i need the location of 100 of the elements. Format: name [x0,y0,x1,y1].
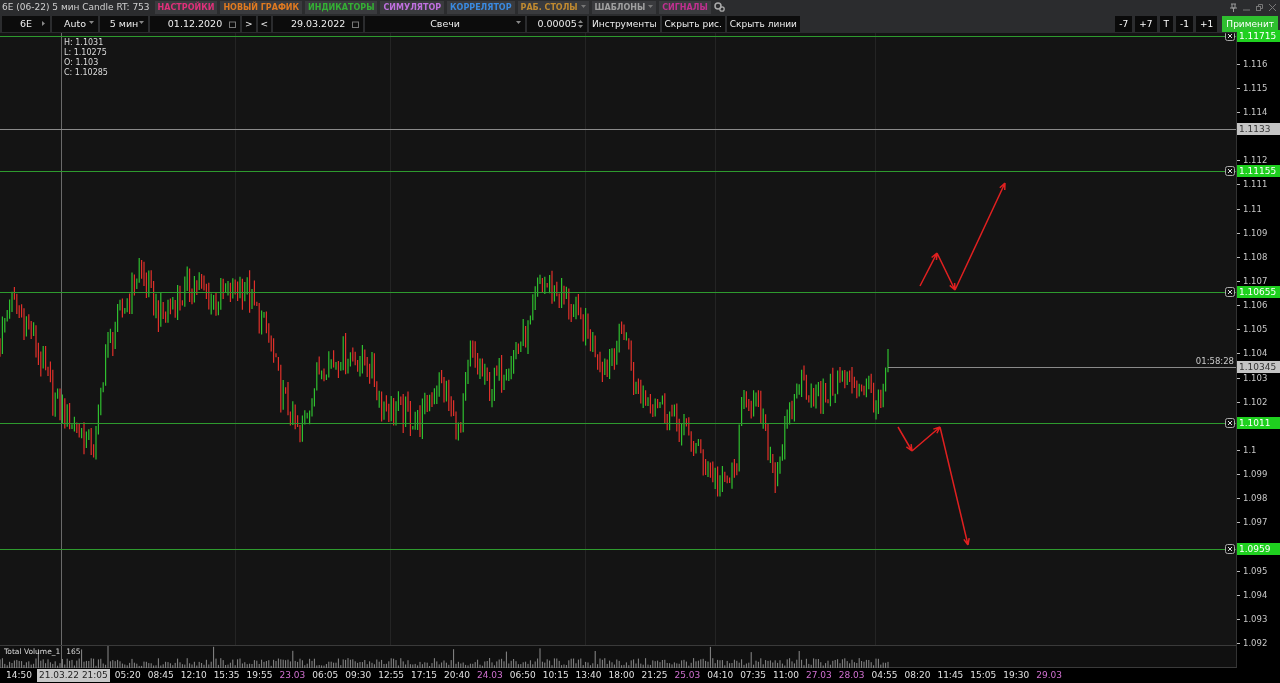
time-label: 11:45 [936,669,965,682]
price-tick: 1.093 [1243,614,1268,624]
time-label: 15:05 [969,669,998,682]
price-tick: 1.098 [1243,493,1268,503]
dropdown-field[interactable]: Auto [52,15,98,32]
time-label: 09:30 [344,669,373,682]
price-tag: 1.11715 [1237,30,1280,42]
time-label: 04:10 [706,669,735,682]
dropdown-field[interactable]: 6E [2,15,50,32]
close-icon[interactable] [1225,166,1235,176]
time-label: 13:40 [574,669,603,682]
toolbar-button[interactable]: Скрыть рис. [661,15,725,32]
crosshair-time-label: 21.03.22 21:05 [36,669,110,682]
time-label: 06:50 [508,669,537,682]
time-label: 08:20 [903,669,932,682]
price-tag: 1.1011 [1237,417,1280,429]
window-title: 6E (06-22) 5 мин Candle RT: 753 [2,2,150,12]
step-button[interactable]: +7 [1135,15,1157,32]
ohlc-value: H: 1.1031 [64,38,105,48]
menu-button[interactable]: РАБ. СТОЛЫ [517,0,589,14]
close-icon[interactable] [1225,544,1235,554]
bar-timer: 01:58:28 [1195,356,1234,366]
time-label: 27.03 [805,669,833,682]
spinner-field[interactable]: 0.00005 [527,15,588,32]
time-label: 21:25 [640,669,669,682]
restore-icon[interactable] [1256,3,1263,11]
menu-button[interactable]: ИНДИКАТОРЫ [305,0,378,14]
price-tick: 1.111 [1243,179,1268,189]
time-label: 06:05 [311,669,340,682]
price-tick: 1.116 [1243,59,1268,69]
caret-icon [648,5,654,9]
price-tick: 1.097 [1243,517,1268,527]
menu-button[interactable]: СИМУЛЯТОР [380,0,445,14]
price-tick: 1.1 [1243,445,1257,455]
ohlc-value: O: 1.103 [64,58,100,68]
step-button[interactable]: T [1159,15,1174,32]
calendar-icon [229,20,236,28]
price-tick: 1.104 [1243,348,1268,358]
time-label: 18:00 [607,669,636,682]
toolbar-button[interactable]: > [242,15,256,32]
price-tick: 1.108 [1243,252,1268,262]
time-label: 05:20 [113,669,142,682]
price-tick: 1.102 [1243,397,1268,407]
step-button[interactable]: -1 [1176,15,1194,32]
time-label: 20:40 [443,669,471,682]
price-tick: 1.092 [1243,638,1268,648]
time-label: 25.03 [673,669,702,682]
time-label: 04:55 [870,669,899,682]
calendar-icon [352,20,360,28]
price-tick: 1.112 [1243,155,1268,165]
time-label: 10:15 [541,669,570,682]
ohlc-value: L: 1.10275 [64,48,108,58]
caret-icon [580,5,586,9]
dropdown-field[interactable]: Свечи [365,15,526,32]
toolbar-button[interactable]: < [257,15,272,32]
pin-icon[interactable] [1230,2,1237,12]
price-tick: 1.109 [1243,228,1268,238]
price-tick: 1.107 [1243,276,1268,286]
price-tag: 1.11155 [1237,165,1280,177]
time-label: 14:50 [5,669,33,682]
caret-icon [516,20,522,25]
time-label: 28.03 [837,669,866,682]
price-tick: 1.106 [1243,300,1268,310]
dropdown-field[interactable]: 5 мин [100,15,148,32]
caret-icon [42,20,46,26]
price-tag: 1.0959 [1237,543,1280,555]
time-label: 11:00 [772,669,800,682]
settings-icon[interactable] [713,2,725,12]
price-tick: 1.115 [1243,83,1268,93]
time-label: 12:55 [377,669,406,682]
price-tick: 1.095 [1243,566,1268,576]
time-label: 15:35 [212,669,241,682]
time-label: 08:45 [146,669,175,682]
price-tag: 1.1133 [1237,123,1280,135]
menu-button[interactable]: ШАБЛОНЫ [591,0,657,14]
price-tick: 1.11 [1243,204,1262,214]
time-label: 07:35 [739,669,768,682]
date-field[interactable]: 01.12.2020 [150,15,240,32]
close-icon[interactable] [1225,33,1235,41]
price-tick: 1.103 [1243,373,1268,383]
price-tag: 1.10345 [1237,361,1280,373]
close-icon[interactable] [1225,418,1235,428]
price-tick: 1.114 [1243,107,1268,117]
time-label: 19:30 [1002,669,1031,682]
time-label: 19:55 [245,669,274,682]
menu-button[interactable]: НОВЫЙ ГРАФИК [220,0,303,14]
spinner-arrows-icon [578,19,584,28]
time-label: 29.03 [1035,669,1063,682]
toolbar-button[interactable]: Скрыть линии [726,15,800,32]
price-tick: 1.099 [1243,469,1268,479]
caret-icon [139,20,144,25]
step-button[interactable]: +1 [1196,15,1218,32]
time-label: 23.03 [278,669,307,682]
close-icon[interactable] [1225,287,1235,297]
price-tag: 1.10655 [1237,286,1280,298]
step-button[interactable]: -7 [1115,15,1133,32]
toolbar-button[interactable]: Инструменты [589,15,660,32]
caret-icon [89,20,94,25]
date-field[interactable]: 29.03.2022 [273,15,364,32]
price-tick: 1.105 [1243,324,1268,334]
